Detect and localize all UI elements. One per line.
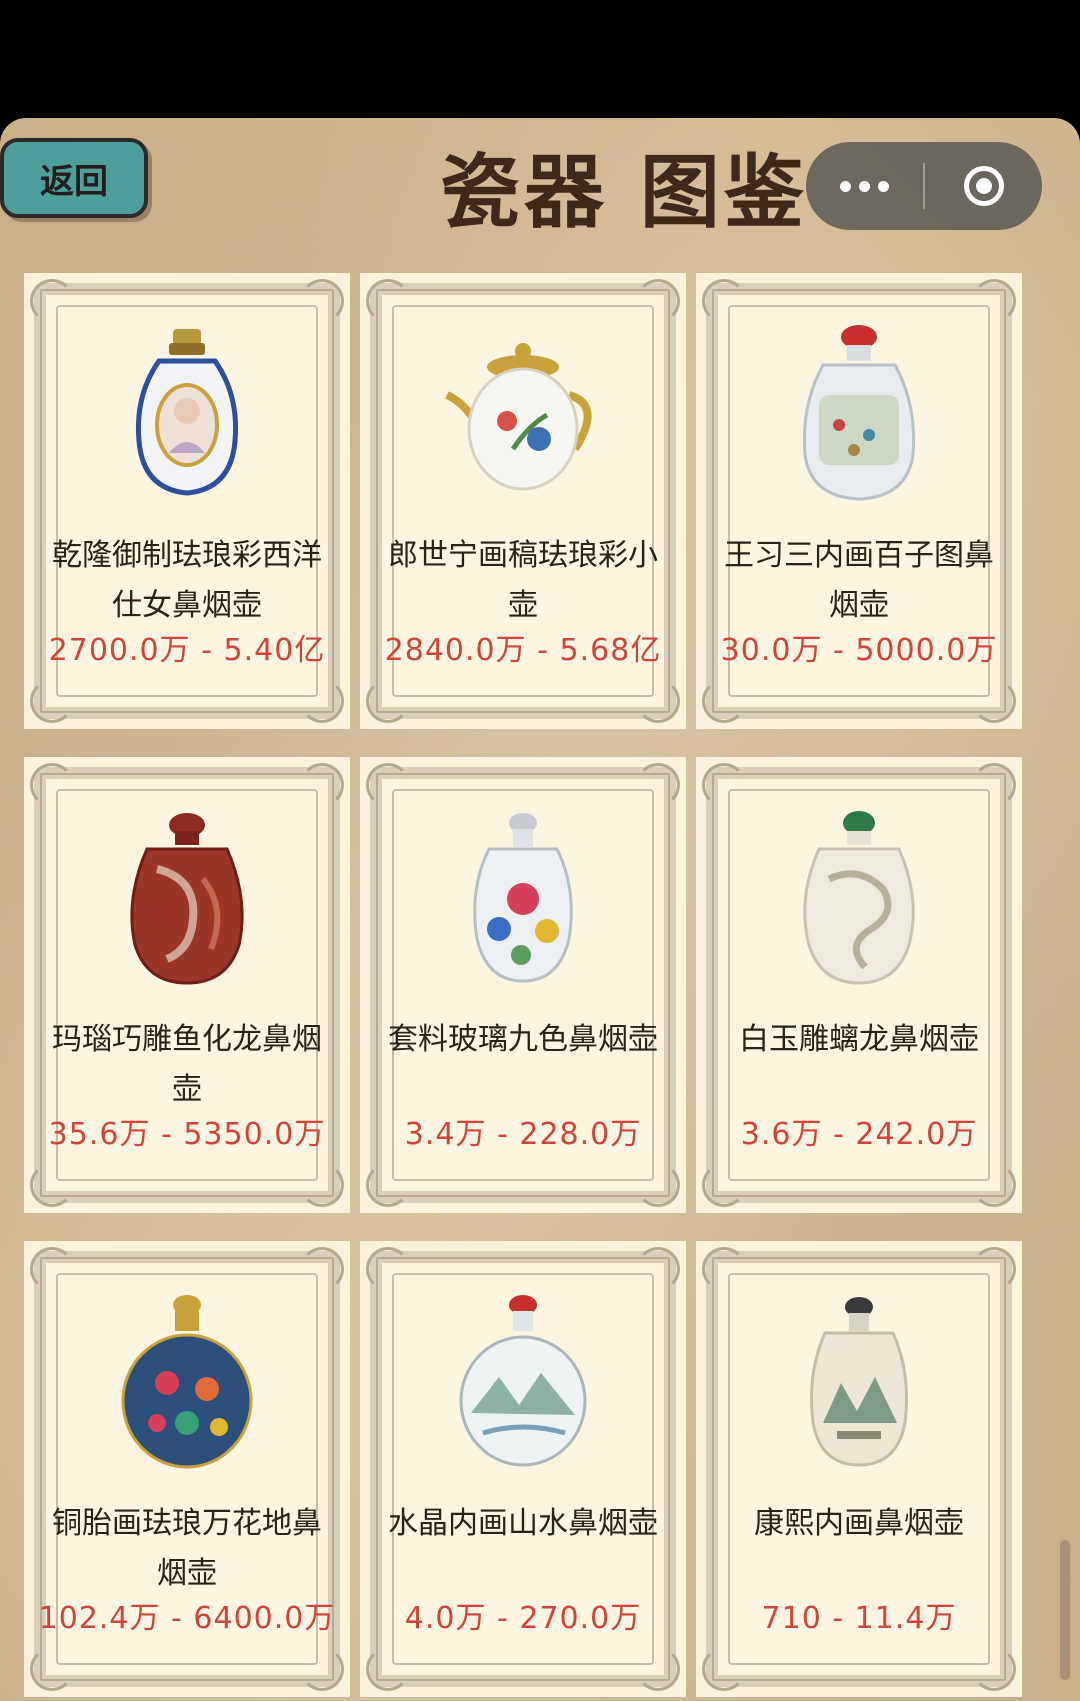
item-name: 王习三内画百子图鼻烟壶 (724, 538, 994, 623)
item-card[interactable]: 乾隆御制珐琅彩西洋仕女鼻烟壶 2700.0万 - 5.40亿 (24, 273, 350, 729)
item-name: 铜胎画珐琅万花地鼻烟壶 (52, 1506, 322, 1591)
item-card[interactable]: 郎世宁画稿珐琅彩小壶 2840.0万 - 5.68亿 (360, 273, 686, 729)
item-card[interactable]: 王习三内画百子图鼻烟壶 30.0万 - 5000.0万 (696, 273, 1022, 729)
overlay-glass-bottle-icon (473, 813, 573, 983)
item-name: 玛瑙巧雕鱼化龙鼻烟壶 (52, 1022, 322, 1107)
item-price: 3.4万 - 228.0万 (404, 1117, 642, 1152)
item-card[interactable]: 铜胎画珐琅万花地鼻烟壶 102.4万 - 6400.0万 (24, 1241, 350, 1697)
back-button[interactable]: 返回 (0, 138, 148, 218)
item-price: 30.0万 - 5000.0万 (720, 633, 998, 668)
item-price: 3.6万 - 242.0万 (740, 1117, 978, 1152)
mini-program-capsule (806, 142, 1042, 230)
scrollbar[interactable] (1060, 1540, 1070, 1680)
item-name: 白玉雕螭龙鼻烟壶 (739, 1022, 979, 1057)
inside-painted-bottle-icon (802, 325, 916, 501)
item-card[interactable]: 白玉雕螭龙鼻烟壶 3.6万 - 242.0万 (696, 757, 1022, 1213)
page: 返回 瓷器 图鉴 乾隆御制珐琅彩西洋仕女鼻烟壶 2700.0万 - 5.40亿 (0, 118, 1080, 1701)
item-price: 710 - 11.4万 (761, 1601, 957, 1636)
enamel-teapot-icon (445, 343, 592, 491)
white-jade-dragon-bottle-icon (803, 811, 915, 985)
item-price: 4.0万 - 270.0万 (404, 1601, 642, 1636)
snuff-bottle-portrait-icon (135, 329, 239, 496)
item-card[interactable]: 套料玻璃九色鼻烟壶 3.4万 - 228.0万 (360, 757, 686, 1213)
crystal-landscape-bottle-icon (459, 1295, 587, 1467)
more-dots-icon[interactable] (806, 142, 923, 230)
cloisonne-bottle-icon (121, 1295, 253, 1469)
item-card[interactable]: 康熙内画鼻烟壶 710 - 11.4万 (696, 1241, 1022, 1697)
item-name: 乾隆御制珐琅彩西洋仕女鼻烟壶 (52, 538, 322, 623)
item-name: 水晶内画山水鼻烟壶 (388, 1506, 658, 1541)
item-price: 2700.0万 - 5.40亿 (48, 633, 326, 668)
target-circle-icon[interactable] (925, 142, 1042, 230)
item-card[interactable]: 玛瑙巧雕鱼化龙鼻烟壶 35.6万 - 5350.0万 (24, 757, 350, 1213)
item-name: 康熙内画鼻烟壶 (754, 1506, 964, 1541)
item-price: 2840.0万 - 5.68亿 (384, 633, 662, 668)
kangxi-inside-painted-bottle-icon (810, 1297, 908, 1467)
agate-carved-bottle-icon (130, 813, 244, 985)
item-name: 套料玻璃九色鼻烟壶 (388, 1022, 658, 1057)
item-name: 郎世宁画稿珐琅彩小壶 (388, 538, 658, 623)
item-price: 35.6万 - 5350.0万 (48, 1117, 326, 1152)
item-card[interactable]: 水晶内画山水鼻烟壶 4.0万 - 270.0万 (360, 1241, 686, 1697)
item-price: 102.4万 - 6400.0万 (38, 1601, 336, 1636)
page-title: 瓷器 图鉴 (440, 145, 808, 239)
